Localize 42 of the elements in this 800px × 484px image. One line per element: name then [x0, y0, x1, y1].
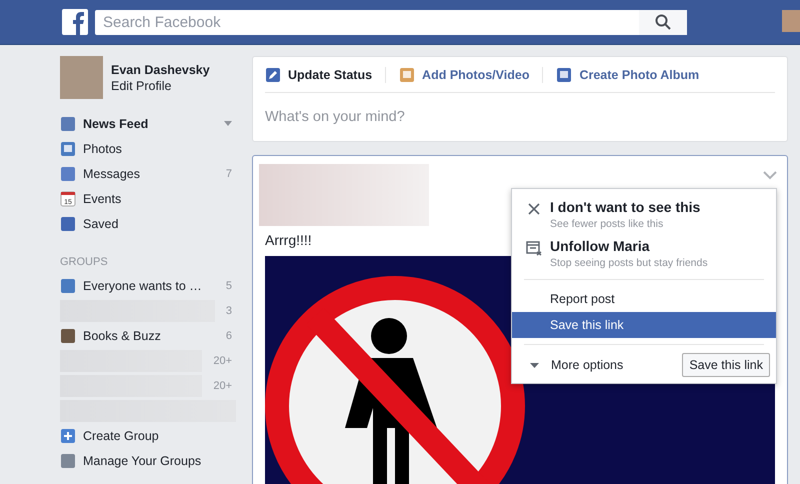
- menu-item[interactable]: I don't want to see this See fewer posts like this: [512, 195, 776, 234]
- group-count: 20+: [213, 380, 232, 392]
- nav-item[interactable]: Photos: [83, 142, 240, 156]
- unfollow-icon: [526, 240, 542, 256]
- group-count: 3: [226, 304, 232, 316]
- plus-icon: [60, 428, 76, 444]
- group-item[interactable]: Create Group: [83, 428, 240, 442]
- composer-tab[interactable]: Update Status: [265, 66, 386, 82]
- search-button[interactable]: [639, 10, 687, 34]
- group-count: 6: [226, 330, 232, 342]
- menu-item[interactable]: Report post: [512, 286, 776, 312]
- group-item[interactable]: Everyone wants to …: [83, 278, 219, 292]
- profile-name[interactable]: Evan Dashevsky: [111, 62, 210, 76]
- nav-item[interactable]: Messages: [83, 166, 219, 180]
- nav-item[interactable]: Saved: [83, 216, 240, 230]
- album-icon: [556, 66, 572, 82]
- groups-heading: GROUPS: [60, 256, 109, 268]
- pencil-icon: [265, 66, 281, 82]
- more-options-link[interactable]: More options: [530, 358, 672, 372]
- group-item[interactable]: Books & Buzz: [83, 328, 219, 342]
- caret-icon: [530, 362, 539, 368]
- chevron-icon[interactable]: [763, 170, 777, 180]
- menu-item[interactable]: Unfollow Maria Stop seeing posts but stay friends: [512, 234, 776, 273]
- post-text: Arrrg!!!!: [265, 232, 312, 248]
- composer-tab[interactable]: Add Photos/Video: [399, 66, 544, 82]
- logo-icon[interactable]: [62, 9, 88, 35]
- composer-card[interactable]: Update Status Add Photos/Video Create Photo Album What's on your mind?: [252, 56, 788, 142]
- menu-item[interactable]: Save this link: [512, 312, 776, 338]
- caret-icon[interactable]: [224, 121, 232, 126]
- search-icon: [655, 14, 671, 30]
- nav-count: 7: [226, 168, 232, 180]
- group-item[interactable]: Manage Your Groups: [83, 454, 240, 468]
- photo-icon: [399, 66, 416, 82]
- composer-tab[interactable]: Create Photo Album: [556, 66, 712, 82]
- close-icon: [526, 201, 542, 217]
- group-count: 5: [226, 280, 232, 292]
- search-field[interactable]: Search Facebook: [95, 10, 639, 34]
- nav-item[interactable]: Events: [83, 192, 240, 206]
- nav-item[interactable]: News Feed: [83, 116, 217, 130]
- group-count: 20+: [213, 354, 232, 366]
- edit-profile-link[interactable]: Edit Profile: [111, 78, 210, 92]
- save-link-button[interactable]: Save this link: [682, 353, 770, 377]
